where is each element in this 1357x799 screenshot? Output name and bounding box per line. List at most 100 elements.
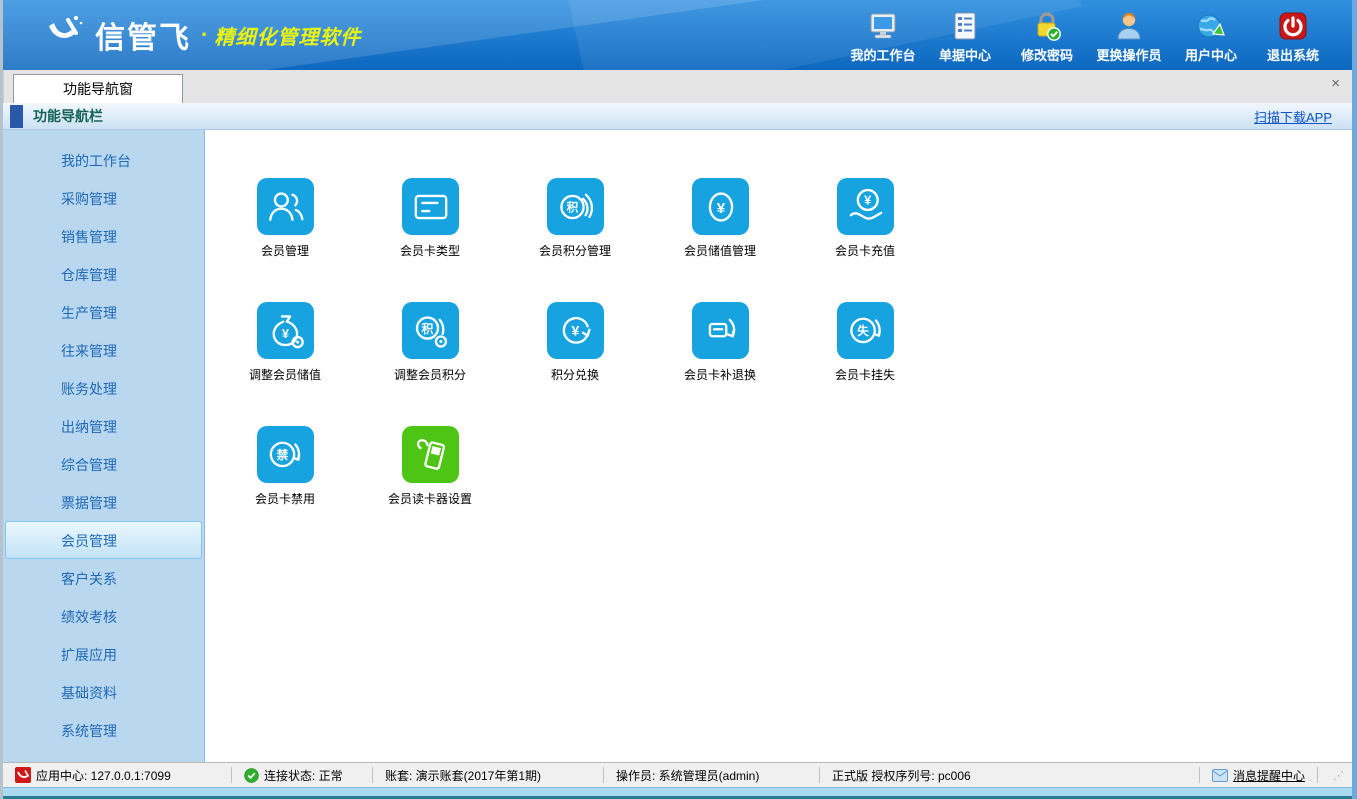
tile-label: 会员卡补退换 bbox=[684, 366, 756, 383]
envelope-icon bbox=[1212, 769, 1228, 782]
brand-name: 信管飞 bbox=[95, 13, 191, 57]
tile-member-management[interactable]: 会员管理 bbox=[257, 178, 402, 270]
license-text: 正式版 授权序列号: pc006 bbox=[832, 767, 971, 784]
tile-member-card-reader-settings[interactable]: 会员读卡器设置 bbox=[402, 426, 547, 518]
tile-label: 会员管理 bbox=[261, 242, 309, 259]
status-operator: 操作员: 系统管理员(admin) bbox=[604, 767, 819, 784]
members-icon bbox=[257, 178, 314, 235]
sidebar-item-contacts[interactable]: 往来管理 bbox=[5, 331, 202, 369]
tile-glyph: 禁 bbox=[276, 448, 288, 462]
tile-glyph: 积 bbox=[421, 321, 433, 335]
toolbar-document-center[interactable]: 单据中心 bbox=[924, 6, 1006, 64]
app-header: 信管飞 · 精细化管理软件 我的工作台 bbox=[3, 0, 1352, 70]
tile-member-card-loss[interactable]: 失 会员卡挂失 bbox=[837, 302, 982, 394]
status-bar: 应用中心: 127.0.0.1:7099 连接状态: 正常 账套: 演示账套(2… bbox=[3, 762, 1352, 787]
tile-label: 会员积分管理 bbox=[539, 242, 611, 259]
brand-separator: · bbox=[201, 22, 208, 48]
tile-adjust-member-points[interactable]: 积 调整会员积分 bbox=[402, 302, 547, 394]
tile-adjust-member-stored-value[interactable]: ¥ 调整会员储值 bbox=[257, 302, 402, 394]
card-replace-icon bbox=[692, 302, 749, 359]
tile-label: 调整会员积分 bbox=[394, 366, 466, 383]
message-center-link[interactable]: 消息提醒中心 bbox=[1200, 767, 1317, 784]
resize-grip[interactable]: ⋰ bbox=[1318, 769, 1352, 782]
tile-row-1: 会员管理 会员卡类型 bbox=[257, 178, 1352, 270]
sidebar-item-cashier[interactable]: 出纳管理 bbox=[5, 407, 202, 445]
card-recharge-icon: ¥ bbox=[837, 178, 894, 235]
window-bottom-frame bbox=[3, 787, 1352, 799]
message-center-text: 消息提醒中心 bbox=[1233, 767, 1305, 784]
tile-member-points-management[interactable]: 积 会员积分管理 bbox=[547, 178, 692, 270]
brand-tagline: 精细化管理软件 bbox=[214, 21, 361, 50]
sidebar-item-performance[interactable]: 绩效考核 bbox=[5, 597, 202, 635]
card-reader-settings-icon bbox=[402, 426, 459, 483]
operator-text: 操作员: 系统管理员(admin) bbox=[616, 767, 759, 784]
header-toolbar: 我的工作台 单据中心 bbox=[842, 6, 1334, 64]
sidebar-item-sales[interactable]: 销售管理 bbox=[5, 217, 202, 255]
sidebar-item-invoice[interactable]: 票据管理 bbox=[5, 483, 202, 521]
sidebar-item-production[interactable]: 生产管理 bbox=[5, 293, 202, 331]
sidebar-item-base-data[interactable]: 基础资料 bbox=[5, 673, 202, 711]
app-center-text: 应用中心: 127.0.0.1:7099 bbox=[36, 767, 171, 784]
card-disable-icon: 禁 bbox=[257, 426, 314, 483]
member-card-type-icon bbox=[402, 178, 459, 235]
tile-row-2: ¥ 调整会员储值 积 bbox=[257, 302, 1352, 394]
tab-strip: 功能导航窗 × bbox=[3, 70, 1352, 103]
tile-label: 会员读卡器设置 bbox=[388, 490, 472, 507]
sidebar-item-customer-relations[interactable]: 客户关系 bbox=[5, 559, 202, 597]
status-license: 正式版 授权序列号: pc006 bbox=[820, 767, 1199, 784]
sidebar-item-purchase[interactable]: 采购管理 bbox=[5, 179, 202, 217]
sidebar-item-accounting[interactable]: 账务处理 bbox=[5, 369, 202, 407]
tile-member-card-recharge[interactable]: ¥ 会员卡充值 bbox=[837, 178, 982, 270]
tile-label: 调整会员储值 bbox=[249, 366, 321, 383]
brand-swoosh-icon bbox=[43, 14, 95, 57]
password-lock-icon bbox=[1006, 6, 1088, 42]
scan-download-app-link[interactable]: 扫描下载APP bbox=[1254, 107, 1332, 126]
exit-power-icon bbox=[1252, 6, 1334, 42]
tile-label: 会员储值管理 bbox=[684, 242, 756, 259]
tab-function-navigator[interactable]: 功能导航窗 bbox=[13, 74, 183, 103]
toolbar-label: 用户中心 bbox=[1170, 45, 1252, 64]
tile-member-card-disable[interactable]: 禁 会员卡禁用 bbox=[257, 426, 402, 518]
toolbar-change-password[interactable]: 修改密码 bbox=[1006, 6, 1088, 64]
tile-label: 积分兑换 bbox=[551, 366, 599, 383]
points-manage-icon: 积 bbox=[547, 178, 604, 235]
switch-operator-icon bbox=[1088, 6, 1170, 42]
nav-title: 功能导航栏 bbox=[33, 106, 103, 126]
sidebar-item-system[interactable]: 系统管理 bbox=[5, 711, 202, 749]
tile-member-card-type[interactable]: 会员卡类型 bbox=[402, 178, 547, 270]
sidebar-item-my-workbench[interactable]: 我的工作台 bbox=[5, 141, 202, 179]
account-set-text: 账套: 演示账套(2017年第1期) bbox=[385, 767, 541, 784]
stored-value-manage-icon: ¥ bbox=[692, 178, 749, 235]
tile-member-card-replace[interactable]: 会员卡补退换 bbox=[692, 302, 837, 394]
content-area: 我的工作台 采购管理 销售管理 仓库管理 生产管理 往来管理 账务处理 出纳管理… bbox=[3, 130, 1352, 762]
toolbar-label: 我的工作台 bbox=[842, 45, 924, 64]
documents-icon bbox=[924, 6, 1006, 42]
sidebar-item-warehouse[interactable]: 仓库管理 bbox=[5, 255, 202, 293]
sidebar-item-member-management[interactable]: 会员管理 bbox=[5, 521, 202, 559]
toolbar-my-workbench[interactable]: 我的工作台 bbox=[842, 6, 924, 64]
tile-glyph: ¥ bbox=[864, 192, 872, 207]
workbench-monitor-icon bbox=[842, 6, 924, 42]
app-logo-icon bbox=[15, 767, 31, 783]
status-app-center: 应用中心: 127.0.0.1:7099 bbox=[3, 767, 231, 784]
toolbar-label: 修改密码 bbox=[1006, 45, 1088, 64]
toolbar-label: 退出系统 bbox=[1252, 45, 1334, 64]
tile-glyph: ¥ bbox=[716, 199, 725, 216]
tile-label: 会员卡类型 bbox=[400, 242, 460, 259]
toolbar-exit-system[interactable]: 退出系统 bbox=[1252, 6, 1334, 64]
status-connection: 连接状态: 正常 bbox=[232, 767, 372, 784]
toolbar-switch-operator[interactable]: 更换操作员 bbox=[1088, 6, 1170, 64]
tile-points-exchange[interactable]: ¥ 积分兑换 bbox=[547, 302, 692, 394]
sidebar-item-extensions[interactable]: 扩展应用 bbox=[5, 635, 202, 673]
user-center-globe-icon bbox=[1170, 6, 1252, 42]
card-loss-icon: 失 bbox=[837, 302, 894, 359]
tile-member-stored-value-management[interactable]: ¥ 会员储值管理 bbox=[692, 178, 837, 270]
close-icon[interactable]: × bbox=[1331, 76, 1340, 91]
sidebar-item-comprehensive[interactable]: 综合管理 bbox=[5, 445, 202, 483]
points-exchange-icon: ¥ bbox=[547, 302, 604, 359]
tile-glyph: ¥ bbox=[281, 326, 289, 341]
toolbar-user-center[interactable]: 用户中心 bbox=[1170, 6, 1252, 64]
nav-bar: 功能导航栏 扫描下载APP bbox=[3, 103, 1352, 130]
app-window: 信管飞 · 精细化管理软件 我的工作台 bbox=[0, 0, 1357, 799]
tile-glyph: 积 bbox=[566, 200, 578, 214]
